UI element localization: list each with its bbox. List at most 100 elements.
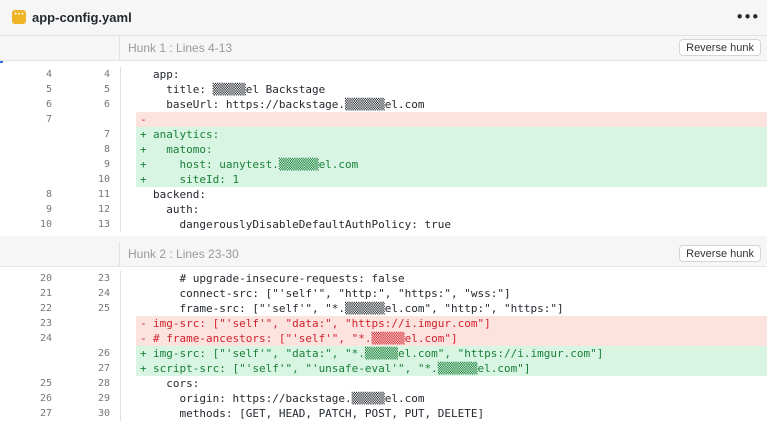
gutter-divider: [120, 97, 121, 112]
old-line-number: 22: [39, 303, 52, 314]
diff-marker: -: [140, 332, 147, 345]
code-text: app:: [153, 68, 180, 81]
more-options-icon[interactable]: •••: [735, 7, 760, 27]
code-area: + analytics:: [136, 127, 767, 142]
new-line-number: 24: [97, 288, 110, 299]
code-area: + img-src: ["'self'", "data:", "*.▒▒▒▒▒el…: [136, 346, 767, 361]
diff-marker: +: [140, 347, 147, 360]
hunk-title: Hunk 2 : Lines 23-30: [128, 247, 239, 261]
code-text: baseUrl: https://backstage.▒▒▒▒▒▒el.com: [153, 98, 425, 111]
gutter-divider: [120, 82, 121, 97]
gutter-divider: [120, 286, 121, 301]
gutter-divider: [120, 346, 121, 361]
gutter-divider: [120, 301, 121, 316]
reverse-hunk-button[interactable]: Reverse hunk: [679, 39, 761, 56]
old-line-number: 23: [39, 318, 52, 329]
diff-view: Hunk 1 : Lines 4-13 Reverse hunk 4 4 app: 5 5 …: [0, 36, 767, 431]
gutter-divider: [120, 142, 121, 157]
code-text: methods: [GET, HEAD, PATCH, POST, PUT, D…: [153, 407, 485, 420]
diff-marker: -: [140, 113, 147, 126]
diff-marker: +: [140, 128, 147, 141]
code-area: dangerouslyDisableDefaultAuthPolicy: tru…: [136, 217, 767, 232]
code-area: backend:: [136, 187, 767, 202]
code-text: cors:: [153, 377, 200, 390]
code-area: auth:: [136, 202, 767, 217]
code-text: matomo:: [153, 143, 213, 156]
gutter-divider: [120, 406, 121, 421]
new-line-number: 5: [103, 84, 110, 95]
reverse-hunk-button[interactable]: Reverse hunk: [679, 245, 761, 262]
code-area: title: ▒▒▒▒▒el Backstage: [136, 82, 767, 97]
added-line: 8 + matomo:: [0, 142, 767, 157]
code-text: frame-src: ["'self'", "*.▒▒▒▒▒▒el.com", …: [153, 302, 564, 315]
new-line-number: 4: [103, 69, 110, 80]
context-line: 9 12 auth:: [0, 202, 767, 217]
added-line: 9 + host: uanytest.▒▒▒▒▒▒el.com: [0, 157, 767, 172]
code-text: backend:: [153, 188, 206, 201]
gutter-divider: [120, 391, 121, 406]
code-area: cors:: [136, 376, 767, 391]
code-area: + host: uanytest.▒▒▒▒▒▒el.com: [136, 157, 767, 172]
code-area: baseUrl: https://backstage.▒▒▒▒▒▒el.com: [136, 97, 767, 112]
old-line-number: 7: [45, 114, 52, 125]
removed-line: 7-: [0, 112, 767, 127]
diff-marker: +: [140, 173, 147, 186]
gutter-divider: [120, 202, 121, 217]
hunk-header: Hunk 2 : Lines 23-30 Reverse hunk: [0, 242, 767, 267]
context-line: 25 28 cors:: [0, 376, 767, 391]
hunk-title: Hunk 1 : Lines 4-13: [128, 41, 233, 55]
new-line-number: 6: [103, 99, 110, 110]
hunk-header-gutter: [0, 36, 120, 60]
gutter-divider: [120, 187, 121, 202]
code-text: # frame-ancestors: ["'self'", "*.▒▒▒▒▒el…: [153, 332, 458, 345]
gutter-divider: [120, 127, 121, 142]
code-area: + siteId: 1: [136, 172, 767, 187]
new-line-number: 23: [97, 273, 110, 284]
context-line: 10 13 dangerouslyDisableDefaultAuthPolicy…: [0, 217, 767, 232]
code-area: - # frame-ancestors: ["'self'", "*.▒▒▒▒▒e…: [136, 331, 767, 346]
code-text: origin: https://backstage.▒▒▒▒▒el.com: [153, 392, 425, 405]
file-header: ··· app-config.yaml •••: [0, 0, 767, 36]
code-area: + script-src: ["'self'", "'unsafe-eval'",…: [136, 361, 767, 376]
context-line: 6 6 baseUrl: https://backstage.▒▒▒▒▒▒el.c…: [0, 97, 767, 112]
old-line-number: 5: [45, 84, 52, 95]
old-line-number: 9: [45, 204, 52, 215]
new-line-number: 7: [103, 129, 110, 140]
new-line-number: 26: [97, 348, 110, 359]
old-line-number: 10: [39, 219, 52, 230]
gutter-divider: [120, 376, 121, 391]
gutter-divider: [120, 361, 121, 376]
new-line-number: 27: [97, 363, 110, 374]
code-area: frame-src: ["'self'", "*.▒▒▒▒▒▒el.com", …: [136, 301, 767, 316]
gutter-divider: [120, 157, 121, 172]
old-line-number: 24: [39, 333, 52, 344]
gutter-divider: [120, 331, 121, 346]
code-text: script-src: ["'self'", "'unsafe-eval'", …: [153, 362, 531, 375]
context-line: 8 11 backend:: [0, 187, 767, 202]
new-line-number: 11: [97, 189, 110, 200]
code-text: title: ▒▒▒▒▒el Backstage: [153, 83, 326, 96]
new-line-number: 9: [103, 159, 110, 170]
old-line-number: 6: [45, 99, 52, 110]
new-line-number: 28: [97, 378, 110, 389]
gutter-divider: [120, 112, 121, 127]
removed-line: 23 - img-src: ["'self'", "data:", "https:/…: [0, 316, 767, 331]
gutter-divider: [120, 217, 121, 232]
hunk-header-gutter: [0, 242, 120, 266]
new-line-number: 25: [97, 303, 110, 314]
code-area: connect-src: ["'self'", "http:", "https:…: [136, 286, 767, 301]
code-area: + matomo:: [136, 142, 767, 157]
context-line: 4 4 app:: [0, 67, 767, 82]
diff-marker: +: [140, 362, 147, 375]
yaml-file-icon: ···: [12, 10, 26, 24]
old-line-number: 20: [39, 273, 52, 284]
code-area: - img-src: ["'self'", "data:", "https://i…: [136, 316, 767, 331]
code-text: img-src: ["'self'", "data:", "https://i.…: [153, 317, 491, 330]
diff-marker: +: [140, 143, 147, 156]
code-text: host: uanytest.▒▒▒▒▒▒el.com: [153, 158, 359, 171]
diff-marker: +: [140, 158, 147, 171]
code-text: # upgrade-insecure-requests: false: [153, 272, 405, 285]
hunk-body: 20 23 # upgrade-insecure-requests: false 2…: [0, 267, 767, 431]
new-line-number: 12: [97, 204, 110, 215]
hunk-header: Hunk 1 : Lines 4-13 Reverse hunk: [0, 36, 767, 61]
